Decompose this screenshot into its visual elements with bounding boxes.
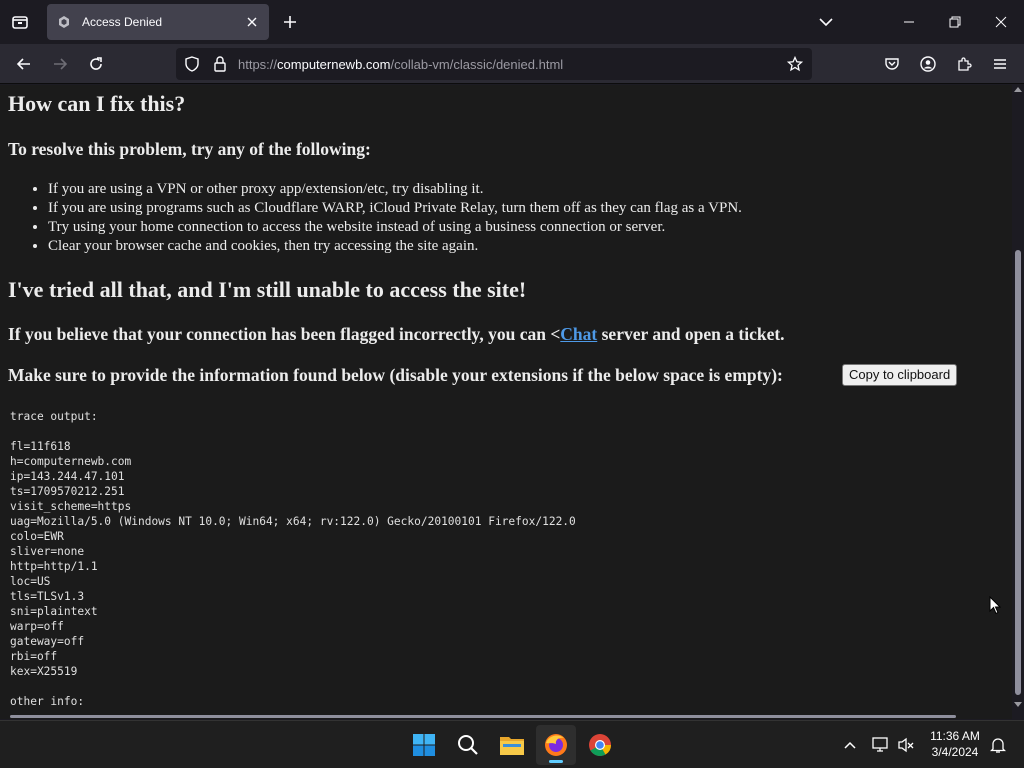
restore-icon bbox=[949, 16, 961, 28]
tips-list: If you are using a VPN or other proxy ap… bbox=[48, 180, 742, 256]
pocket-icon bbox=[885, 58, 899, 70]
close-icon bbox=[995, 16, 1007, 28]
volume-muted-icon bbox=[898, 737, 914, 753]
back-button[interactable] bbox=[8, 48, 40, 80]
arrow-right-icon bbox=[54, 58, 68, 70]
active-app-indicator bbox=[549, 760, 563, 763]
hamburger-menu-icon bbox=[994, 59, 1006, 69]
system-clock[interactable]: 11:36 AM 3/4/2024 bbox=[918, 728, 992, 760]
flagged-text-before: If you believe that your connection has … bbox=[8, 324, 561, 344]
url-text: https://computernewb.com/collab-vm/class… bbox=[238, 57, 563, 72]
plus-icon bbox=[284, 16, 296, 28]
tab-access-denied[interactable]: Access Denied bbox=[47, 4, 269, 40]
account-icon bbox=[920, 56, 936, 72]
account-button[interactable] bbox=[912, 48, 944, 80]
chevron-up-icon bbox=[844, 741, 856, 749]
search-icon bbox=[458, 735, 478, 755]
page-viewport: How can I fix this? To resolve this prob… bbox=[0, 85, 1012, 719]
new-tab-button[interactable] bbox=[274, 6, 306, 38]
scrollbar-thumb[interactable] bbox=[1015, 250, 1021, 695]
volume-button[interactable] bbox=[894, 733, 918, 757]
reload-button[interactable] bbox=[80, 48, 112, 80]
app-menu-button[interactable] bbox=[984, 48, 1016, 80]
close-window-button[interactable] bbox=[978, 0, 1024, 44]
url-scheme: https:// bbox=[238, 57, 278, 72]
clock-time: 11:36 AM bbox=[930, 729, 980, 743]
scroll-down-arrow-icon[interactable] bbox=[1014, 702, 1022, 707]
clock-date: 3/4/2024 bbox=[931, 745, 979, 759]
bell-icon bbox=[990, 738, 1006, 753]
notifications-button[interactable] bbox=[986, 733, 1010, 757]
minimize-icon bbox=[904, 21, 914, 23]
navigation-toolbar: https://computernewb.com/collab-vm/class… bbox=[0, 44, 1024, 84]
chrome-taskbar-button[interactable] bbox=[580, 725, 620, 765]
chat-link[interactable]: Chat bbox=[560, 324, 597, 344]
lock-icon[interactable] bbox=[212, 56, 228, 72]
tab-list-icon bbox=[12, 16, 28, 29]
list-item: If you are using a VPN or other proxy ap… bbox=[48, 180, 742, 199]
network-icon bbox=[872, 737, 888, 752]
list-item: If you are using programs such as Cloudf… bbox=[48, 199, 742, 218]
copy-to-clipboard-button[interactable]: Copy to clipboard bbox=[842, 364, 958, 386]
mouse-cursor-icon bbox=[989, 596, 1001, 615]
show-hidden-icons-button[interactable] bbox=[838, 733, 862, 757]
forward-button[interactable] bbox=[44, 48, 76, 80]
start-button[interactable] bbox=[404, 725, 444, 765]
heading-how-to-fix: How can I fix this? bbox=[8, 91, 186, 116]
horizontal-scrollbar[interactable] bbox=[10, 715, 956, 718]
minimize-button[interactable] bbox=[886, 0, 932, 44]
chevron-down-icon bbox=[819, 18, 833, 27]
puzzle-piece-icon bbox=[958, 57, 972, 71]
tab-title: Access Denied bbox=[82, 15, 163, 29]
provide-info-text: Make sure to provide the information fou… bbox=[8, 365, 783, 385]
scroll-up-arrow-icon[interactable] bbox=[1014, 87, 1022, 92]
page-favicon-icon bbox=[56, 14, 72, 30]
url-bar[interactable]: https://computernewb.com/collab-vm/class… bbox=[176, 48, 812, 80]
extensions-button[interactable] bbox=[948, 48, 980, 80]
reload-icon bbox=[90, 57, 102, 70]
arrow-left-icon bbox=[16, 58, 30, 70]
tab-strip: Access Denied bbox=[0, 0, 1024, 44]
tab-overflow-button[interactable] bbox=[810, 6, 842, 38]
taskbar: 11:36 AM 3/4/2024 bbox=[0, 720, 1024, 768]
windows-logo-icon bbox=[413, 734, 435, 756]
pocket-button[interactable] bbox=[876, 48, 908, 80]
flagged-incorrectly-text: If you believe that your connection has … bbox=[8, 324, 785, 345]
url-path: /collab-vm/classic/denied.html bbox=[390, 57, 564, 72]
search-button[interactable] bbox=[448, 725, 488, 765]
list-all-tabs-button[interactable] bbox=[4, 6, 36, 38]
tracking-protection-shield-icon[interactable] bbox=[184, 56, 200, 72]
bookmark-star-icon[interactable] bbox=[787, 56, 803, 72]
list-item: Try using your home connection to access… bbox=[48, 218, 742, 237]
firefox-taskbar-button[interactable] bbox=[536, 725, 576, 765]
chrome-icon bbox=[589, 734, 611, 756]
folder-icon bbox=[500, 737, 524, 755]
vertical-scrollbar[interactable] bbox=[1012, 85, 1024, 719]
trace-output[interactable]: trace output: fl=11f618 h=computernewb.c… bbox=[10, 409, 576, 709]
file-explorer-button[interactable] bbox=[492, 725, 532, 765]
network-status-button[interactable] bbox=[869, 733, 893, 757]
restore-button[interactable] bbox=[932, 0, 978, 44]
subheading-resolve: To resolve this problem, try any of the … bbox=[8, 139, 371, 159]
flagged-text-after: server and open a ticket. bbox=[597, 324, 785, 344]
url-domain: computernewb.com bbox=[277, 57, 391, 72]
firefox-icon bbox=[545, 734, 567, 756]
list-item: Clear your browser cache and cookies, th… bbox=[48, 237, 742, 256]
tab-close-icon[interactable] bbox=[241, 11, 263, 33]
heading-still-unable: I've tried all that, and I'm still unabl… bbox=[8, 277, 527, 302]
